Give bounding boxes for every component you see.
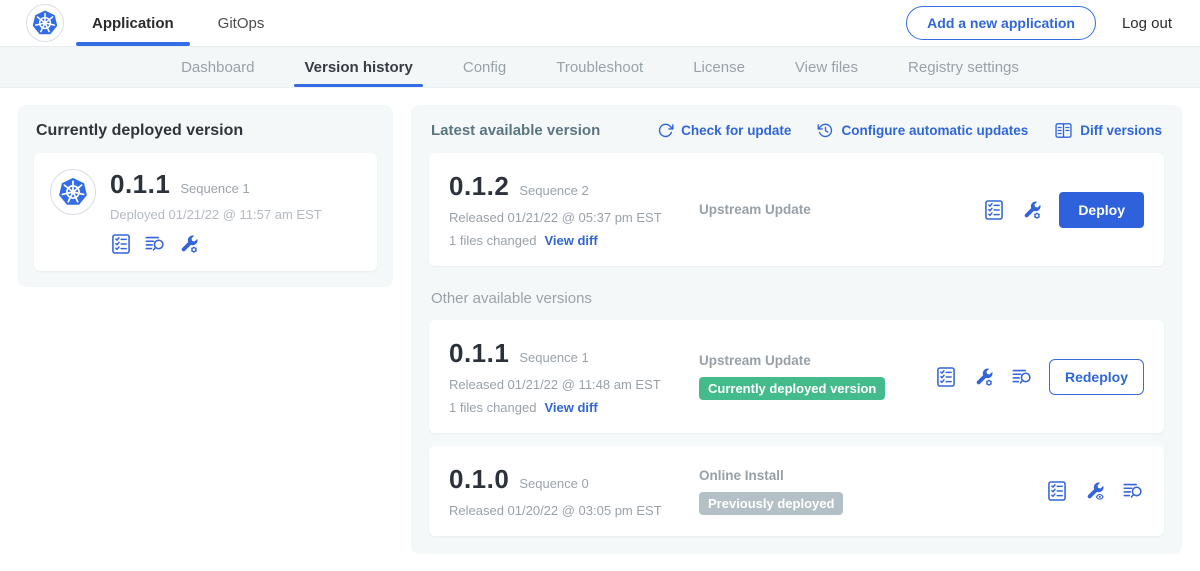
latest-available-header: Latest available version Check for updat…	[431, 121, 1162, 140]
diff-icon	[1054, 121, 1073, 140]
version-actions: Deploy	[983, 192, 1144, 228]
subnav-registry-settings[interactable]: Registry settings	[908, 47, 1019, 87]
version-actions: Redeploy	[935, 359, 1144, 395]
top-bar: Application GitOps Add a new application…	[0, 0, 1200, 46]
sequence-label: Sequence 2	[519, 183, 588, 198]
preflight-checks-icon[interactable]	[1046, 480, 1068, 502]
files-changed-label: 1 files changed	[449, 400, 536, 415]
tab-gitops-label: GitOps	[218, 15, 265, 32]
diff-versions-link[interactable]: Diff versions	[1054, 121, 1162, 140]
app-logo	[26, 4, 64, 42]
subnav-config-label: Config	[463, 59, 506, 76]
deployed-version-number: 0.1.1	[110, 169, 170, 200]
configure-automatic-updates-link[interactable]: Configure automatic updates	[817, 122, 1028, 139]
diff-versions-label: Diff versions	[1080, 123, 1162, 138]
edit-config-icon[interactable]	[178, 233, 200, 255]
files-changed-label: 1 files changed	[449, 233, 536, 248]
app-logo	[50, 169, 96, 215]
deploy-logs-icon[interactable]	[1011, 366, 1033, 388]
currently-deployed-panel: Currently deployed version 0.1.1 Sequenc…	[18, 105, 393, 287]
view-diff-link[interactable]: View diff	[544, 233, 597, 248]
redeploy-button[interactable]: Redeploy	[1049, 359, 1144, 395]
subnav-view-files[interactable]: View files	[795, 47, 858, 87]
deploy-logs-icon[interactable]	[144, 233, 166, 255]
deployed-version-info: 0.1.1 Sequence 1 Deployed 01/21/22 @ 11:…	[110, 169, 322, 255]
kubernetes-helm-icon	[30, 8, 60, 38]
version-info: 0.1.1 Sequence 1 Released 01/21/22 @ 11:…	[449, 338, 699, 415]
version-source: Upstream Update Currently deployed versi…	[699, 353, 919, 400]
app-subnav: Dashboard Version history Config Trouble…	[0, 46, 1200, 88]
deploy-button[interactable]: Deploy	[1059, 192, 1144, 228]
refresh-icon	[657, 122, 674, 139]
version-card-0-1-2: 0.1.2 Sequence 2 Released 01/21/22 @ 05:…	[429, 153, 1164, 266]
version-number: 0.1.0	[449, 464, 509, 495]
version-card-0-1-1: 0.1.1 Sequence 1 Released 01/21/22 @ 11:…	[429, 320, 1164, 433]
tab-application[interactable]: Application	[92, 0, 174, 46]
version-number: 0.1.2	[449, 171, 509, 202]
check-for-update-link[interactable]: Check for update	[657, 122, 791, 139]
source-label: Upstream Update	[699, 353, 919, 368]
released-date: Released 01/21/22 @ 11:48 am EST	[449, 377, 699, 392]
currently-deployed-card: 0.1.1 Sequence 1 Deployed 01/21/22 @ 11:…	[34, 153, 377, 271]
edit-config-icon[interactable]	[973, 366, 995, 388]
clock-arrow-icon	[817, 122, 834, 139]
add-application-button[interactable]: Add a new application	[906, 6, 1096, 40]
view-diff-link[interactable]: View diff	[544, 400, 597, 415]
previously-deployed-badge: Previously deployed	[699, 492, 843, 515]
update-actions: Check for update Configure automatic upd…	[657, 121, 1162, 140]
available-versions-panel: Latest available version Check for updat…	[411, 105, 1182, 554]
configure-automatic-updates-label: Configure automatic updates	[841, 123, 1028, 138]
subnav-dashboard[interactable]: Dashboard	[181, 47, 254, 87]
subnav-config[interactable]: Config	[463, 47, 506, 87]
edit-config-icon[interactable]	[1021, 199, 1043, 221]
deploy-logs-icon[interactable]	[1122, 480, 1144, 502]
subnav-registry-settings-label: Registry settings	[908, 59, 1019, 76]
latest-available-title: Latest available version	[431, 122, 600, 139]
subnav-version-history-label: Version history	[304, 59, 412, 76]
version-info: 0.1.2 Sequence 2 Released 01/21/22 @ 05:…	[449, 171, 699, 248]
view-config-icon[interactable]	[1084, 480, 1106, 502]
preflight-checks-icon[interactable]	[935, 366, 957, 388]
subnav-view-files-label: View files	[795, 59, 858, 76]
version-info: 0.1.0 Sequence 0 Released 01/20/22 @ 03:…	[449, 464, 699, 518]
version-source: Online Install Previously deployed	[699, 468, 1030, 515]
sequence-label: Sequence 0	[519, 476, 588, 491]
source-label: Upstream Update	[699, 202, 967, 217]
released-date: Released 01/21/22 @ 05:37 pm EST	[449, 210, 699, 225]
version-number: 0.1.1	[449, 338, 509, 369]
sequence-label: Sequence 1	[519, 350, 588, 365]
deployed-actions	[110, 233, 322, 255]
preflight-checks-icon[interactable]	[983, 199, 1005, 221]
deployed-sequence-label: Sequence 1	[180, 181, 249, 196]
logout-button[interactable]: Log out	[1122, 15, 1172, 32]
version-card-0-1-0: 0.1.0 Sequence 0 Released 01/20/22 @ 03:…	[429, 446, 1164, 536]
subnav-troubleshoot[interactable]: Troubleshoot	[556, 47, 643, 87]
top-nav: Application GitOps	[92, 0, 264, 46]
subnav-troubleshoot-label: Troubleshoot	[556, 59, 643, 76]
kubernetes-helm-icon	[56, 175, 90, 209]
released-date: Released 01/20/22 @ 03:05 pm EST	[449, 503, 699, 518]
subnav-dashboard-label: Dashboard	[181, 59, 254, 76]
subnav-version-history[interactable]: Version history	[304, 47, 412, 87]
source-label: Online Install	[699, 468, 1030, 483]
subnav-license-label: License	[693, 59, 745, 76]
version-actions	[1046, 480, 1144, 502]
currently-deployed-title: Currently deployed version	[36, 122, 377, 140]
tab-application-label: Application	[92, 15, 174, 32]
currently-deployed-badge: Currently deployed version	[699, 377, 885, 400]
main-content: Currently deployed version 0.1.1 Sequenc…	[0, 88, 1200, 571]
tab-gitops[interactable]: GitOps	[218, 0, 265, 46]
version-source: Upstream Update	[699, 202, 967, 217]
subnav-license[interactable]: License	[693, 47, 745, 87]
other-versions-title: Other available versions	[431, 290, 1162, 307]
deployed-date: Deployed 01/21/22 @ 11:57 am EST	[110, 207, 322, 222]
preflight-checks-icon[interactable]	[110, 233, 132, 255]
check-for-update-label: Check for update	[681, 123, 791, 138]
